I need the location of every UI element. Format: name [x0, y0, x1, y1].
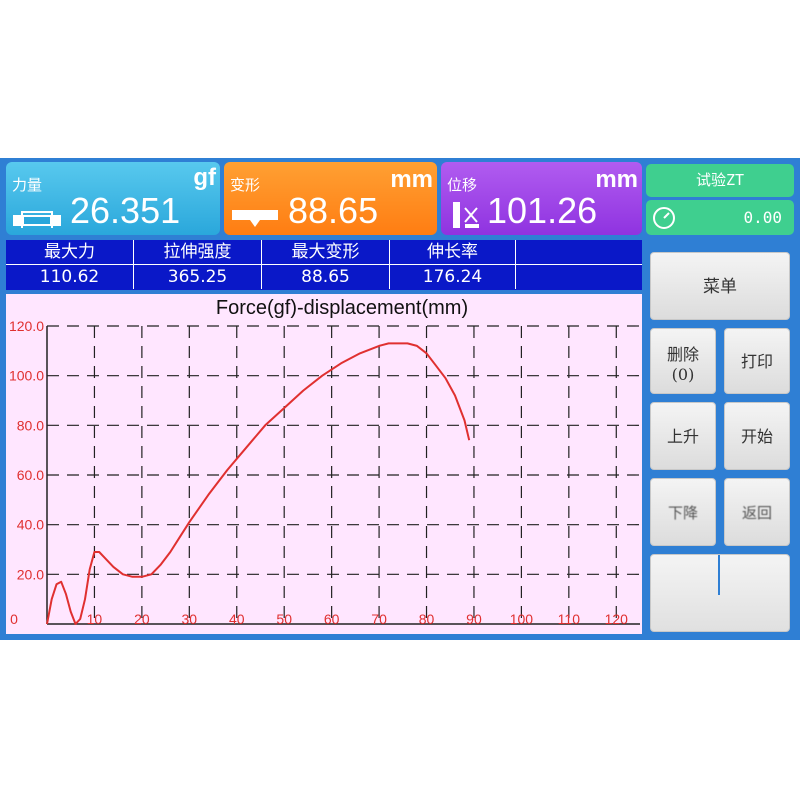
x-tick-label-50: 50: [276, 611, 292, 627]
force-value: 26.351: [70, 190, 181, 231]
force-label: 力量: [12, 176, 43, 194]
deformation-card: 变形 mm 88.65: [224, 162, 437, 235]
y-tick-label-120: 120.0: [9, 318, 44, 334]
displacement-label: 位移: [447, 176, 478, 194]
x-tick-label-10: 10: [87, 611, 103, 627]
deformation-unit: mm: [390, 166, 433, 193]
stats-header-elongation: 伸长率: [390, 240, 516, 264]
deformation-label: 变形: [230, 176, 261, 194]
x-tick-label-110: 110: [558, 611, 581, 627]
delete-button-label: 删除: [666, 345, 699, 364]
force-displacement-chart: Force(gf)-displacement(mm) 0 10 20 30 40 50 60…: [6, 294, 642, 634]
down-button-label: 下降: [667, 504, 698, 522]
x-tick-label-20: 20: [134, 611, 150, 627]
x-tick-label-100: 100: [510, 611, 534, 627]
chart-grid: [47, 325, 640, 624]
print-button-label: 打印: [740, 352, 773, 371]
y-tick-label-60: 60.0: [17, 467, 44, 483]
displacement-card: 位移 mm 101.26: [441, 162, 642, 235]
start-button[interactable]: 开始: [724, 402, 790, 470]
timer-value: 0.00: [743, 208, 782, 227]
x-tick-label-60: 60: [324, 611, 340, 627]
blank-button[interactable]: [650, 554, 790, 632]
return-button-label: 返回: [741, 504, 772, 522]
side-button-panel: 菜单 删除 (0) 打印 上升 开始 下降 返回: [646, 240, 794, 638]
up-button[interactable]: 上升: [650, 402, 716, 470]
x-tick-label-30: 30: [182, 611, 198, 627]
menu-button-label: 菜单: [703, 277, 737, 297]
start-button-label: 开始: [740, 427, 773, 446]
stats-value-elongation: 176.24: [390, 265, 516, 289]
stats-header-max-force: 最大力: [6, 240, 134, 264]
x-tick-label-90: 90: [466, 611, 482, 627]
y-tick-label-40: 40.0: [17, 517, 44, 533]
print-button[interactable]: 打印: [724, 328, 790, 394]
stats-value-empty: [516, 265, 642, 289]
delete-button[interactable]: 删除 (0): [650, 328, 716, 394]
stats-value-tensile-strength: 365.25: [134, 265, 262, 289]
stats-value-max-deformation: 88.65: [262, 265, 390, 289]
y-tick-label-100: 100.0: [9, 368, 44, 384]
menu-button[interactable]: 菜单: [650, 252, 790, 320]
force-unit: gf: [193, 164, 216, 191]
stats-header-row: 最大力 拉伸强度 最大变形 伸长率: [6, 240, 642, 264]
displacement-value: 101.26: [487, 190, 598, 231]
x-tick-label-70: 70: [371, 611, 387, 627]
screen: 力量 gf 26.351 变形 mm 88.65 位移 mm 101.26 试验…: [0, 158, 800, 640]
up-button-label: 上升: [666, 427, 699, 446]
stats-header-max-deformation: 最大变形: [262, 240, 390, 264]
test-name-label: 试验ZT: [646, 164, 794, 197]
blank-button-divider: [718, 555, 720, 595]
chart-series: [46, 342, 471, 625]
x-tick-label-120: 120: [605, 611, 629, 627]
displacement-icon: [451, 200, 485, 234]
chart-tick-labels: 0 10 20 30 40 50 60 70 80 90 100 110 120 20.0 40.0 60.0…: [9, 318, 628, 627]
displacement-unit: mm: [595, 166, 638, 193]
delete-count-label: (0): [671, 365, 695, 384]
timer-box: 0.00: [646, 200, 794, 235]
stats-table: 最大力 拉伸强度 最大变形 伸长率 110.62 365.25 88.65 17…: [6, 240, 642, 290]
chart-title: Force(gf)-displacement(mm): [216, 297, 468, 319]
down-button[interactable]: 下降: [650, 478, 716, 546]
deformation-value: 88.65: [288, 190, 379, 231]
force-card: 力量 gf 26.351: [6, 162, 220, 235]
y-tick-label-80: 80.0: [17, 417, 44, 433]
deformation-icon: [230, 206, 280, 232]
gauge-icon: [652, 206, 676, 234]
x-tick-label-0: 0: [10, 611, 18, 627]
stats-header-tensile-strength: 拉伸强度: [134, 240, 262, 264]
y-tick-label-20: 20.0: [17, 566, 44, 582]
stats-value-row: 110.62 365.25 88.65 176.24: [6, 265, 642, 289]
chart-svg: Force(gf)-displacement(mm) 0 10 20 30 40 50 60…: [9, 297, 640, 627]
stats-value-max-force: 110.62: [6, 265, 134, 289]
clamp-icon: [12, 208, 62, 232]
stats-header-empty: [516, 240, 642, 264]
return-button[interactable]: 返回: [724, 478, 790, 546]
x-tick-label-40: 40: [229, 611, 245, 627]
series-line-0: [46, 342, 471, 625]
x-tick-label-80: 80: [419, 611, 435, 627]
